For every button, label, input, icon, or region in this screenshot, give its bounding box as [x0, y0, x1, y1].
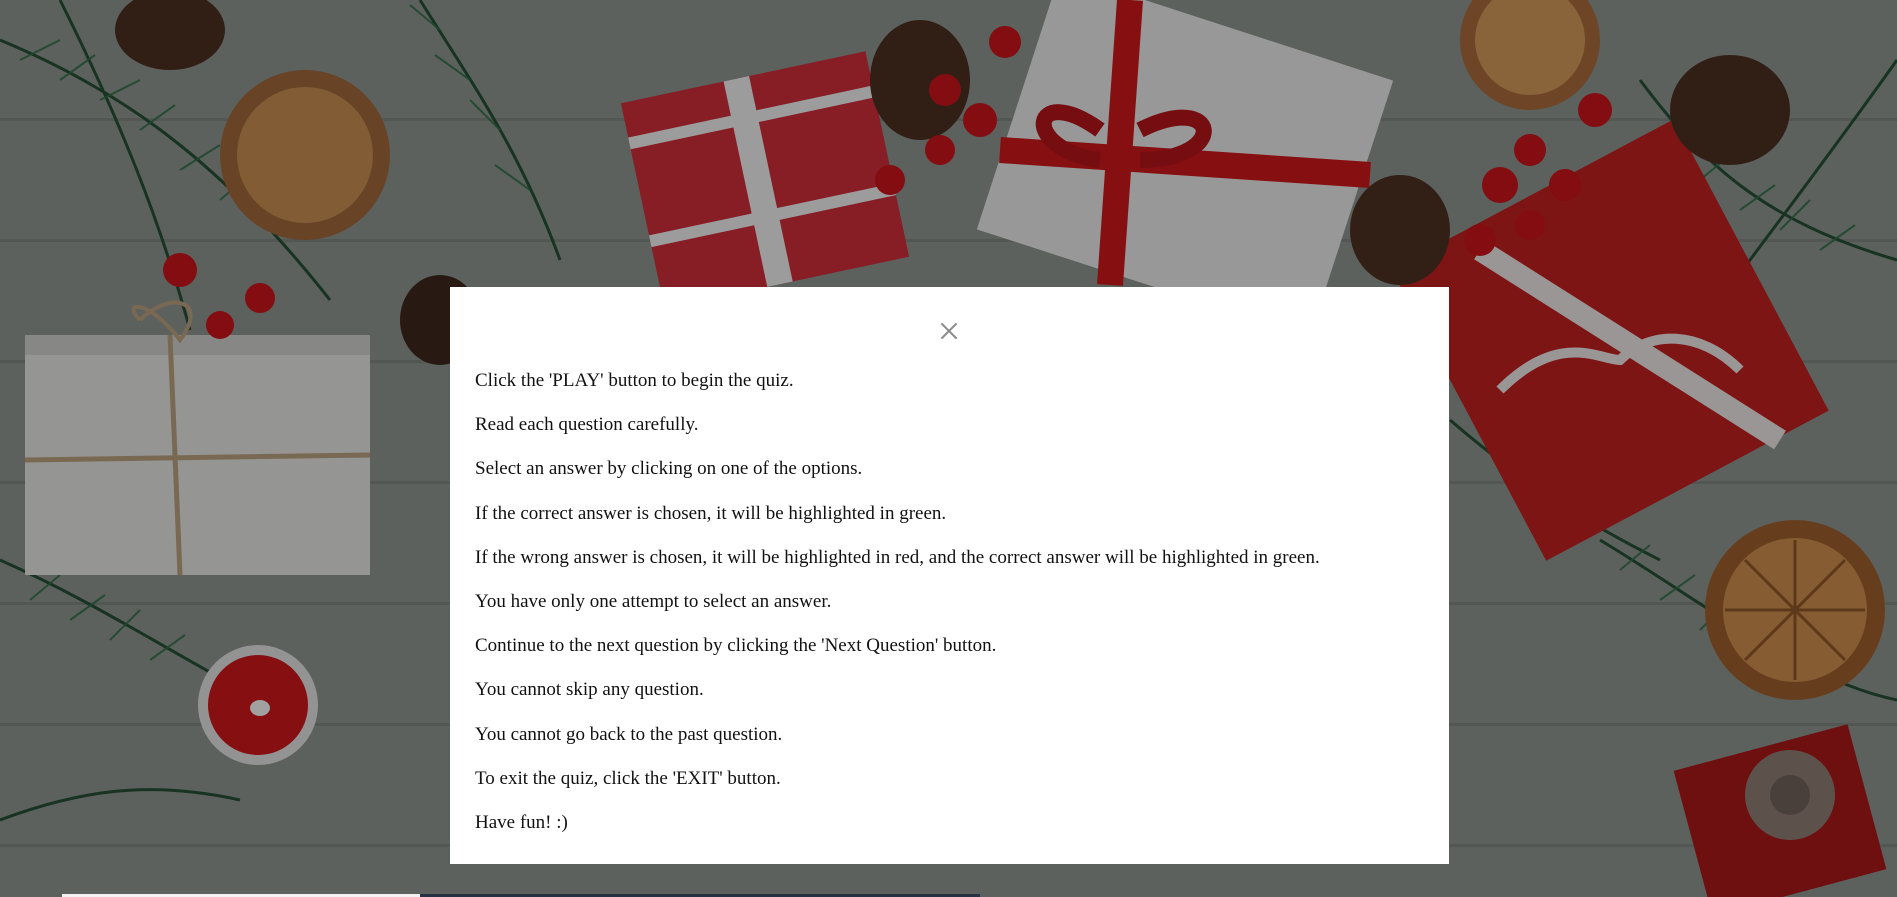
rule-select: Select an answer by clicking on one of t…: [475, 458, 863, 480]
rule-correct: If the correct answer is chosen, it will…: [475, 502, 947, 524]
rule-play: Click the 'PLAY' button to begin the qui…: [475, 370, 794, 391]
rule-no-back: You cannot go back to the past question.: [475, 723, 783, 745]
instructions-modal: Click the 'PLAY' button to begin the qui…: [450, 287, 1449, 864]
close-icon: [941, 323, 957, 339]
rule-wrong: If the wrong answer is chosen, it will b…: [475, 546, 1320, 568]
rule-next-question: Continue to the next question by clickin…: [475, 635, 997, 657]
rule-have-fun: Have fun! :): [475, 811, 568, 833]
rule-read: Read each question carefully.: [475, 414, 699, 436]
rules-list: Click the 'PLAY' button to begin the qui…: [475, 370, 1320, 856]
close-button[interactable]: [936, 318, 962, 344]
rule-no-skip: You cannot skip any question.: [475, 679, 704, 701]
rule-one-attempt: You have only one attempt to select an a…: [475, 590, 832, 612]
rule-exit: To exit the quiz, click the 'EXIT' butto…: [475, 767, 781, 789]
